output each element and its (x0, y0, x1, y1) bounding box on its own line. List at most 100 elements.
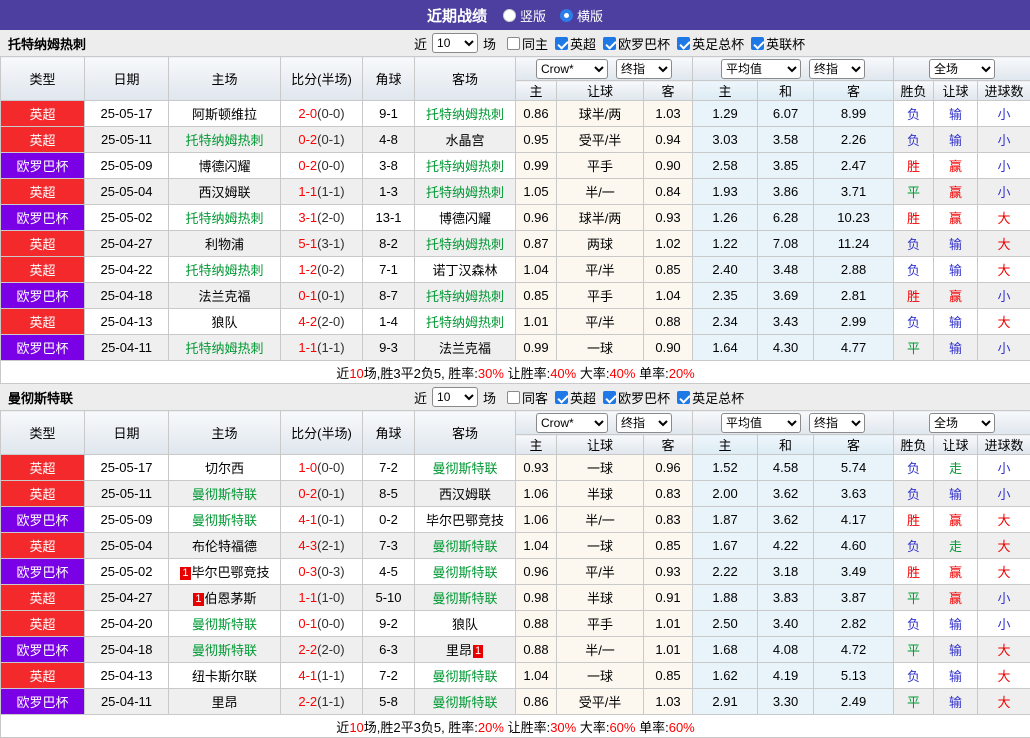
avg-away-odds: 2.47 (814, 153, 894, 179)
league-checkbox[interactable]: 英超 (555, 34, 596, 53)
home-team-name: 纽卡斯尔联 (192, 669, 257, 684)
handicap-result-flag: 输 (934, 611, 978, 637)
away-team-cell: 托特纳姆热刺 (415, 283, 516, 309)
crow-away-odds: 0.85 (644, 663, 693, 689)
league-checkbox[interactable]: 英超 (555, 388, 596, 407)
league-checkbox[interactable]: 欧罗巴杯 (603, 34, 670, 53)
col-away: 客场 (415, 57, 516, 101)
fulltime-select[interactable]: 全场 (929, 59, 995, 79)
average-select[interactable]: 平均值 (721, 59, 801, 79)
away-team-cell: 毕尔巴鄂竞技 (415, 507, 516, 533)
checkbox-icon[interactable] (677, 37, 690, 50)
bookmaker-select[interactable]: Crow* (536, 59, 608, 79)
home-team-cell: 切尔西 (169, 455, 281, 481)
radio-icon[interactable] (503, 9, 516, 22)
handicap-line: 半/一 (557, 179, 644, 205)
table-row: 欧罗巴杯25-05-02托特纳姆热刺3-1(2-0)13-1博德闪耀0.96球半… (1, 205, 1030, 231)
handicap-result-flag: 输 (934, 231, 978, 257)
fulltime-select[interactable]: 全场 (929, 413, 995, 433)
corner-count: 1-3 (363, 179, 415, 205)
view-radio-vertical[interactable]: 竖版 (503, 6, 546, 25)
corner-count: 9-3 (363, 335, 415, 361)
away-team-name: 毕尔巴鄂竞技 (426, 513, 504, 528)
recent-label: 近 (414, 34, 427, 53)
checkbox-icon[interactable] (603, 391, 616, 404)
crow-away-odds: 1.03 (644, 689, 693, 715)
same-venue-checkbox[interactable]: 同客 (507, 388, 548, 407)
league-checkbox[interactable]: 英足总杯 (677, 34, 744, 53)
result-flag: 胜 (894, 283, 934, 309)
away-team-name: 曼彻斯特联 (432, 669, 497, 684)
checkbox-icon[interactable] (751, 37, 764, 50)
league-type-badge: 英超 (1, 309, 85, 335)
checkbox-icon[interactable] (603, 37, 616, 50)
radio-icon[interactable] (560, 9, 573, 22)
table-row: 英超25-04-13纽卡斯尔联4-1(1-1)7-2曼彻斯特联1.04一球0.8… (1, 663, 1030, 689)
league-checkbox[interactable]: 英联杯 (751, 34, 805, 53)
odds-stage-select[interactable]: 终指 (616, 413, 672, 433)
away-team-cell: 曼彻斯特联 (415, 663, 516, 689)
average-stage-select[interactable]: 终指 (809, 59, 865, 79)
corner-count: 7-3 (363, 533, 415, 559)
checkbox-icon[interactable] (507, 37, 520, 50)
away-team-name: 托特纳姆热刺 (426, 159, 504, 174)
result-flag: 负 (894, 455, 934, 481)
away-team-cell: 曼彻斯特联 (415, 559, 516, 585)
view-mode-switch: 竖版 横版 (503, 6, 603, 25)
crow-home-odds: 0.96 (516, 205, 557, 231)
avg-away-odds: 10.23 (814, 205, 894, 231)
handicap-result-flag: 走 (934, 533, 978, 559)
view-radio-horizontal-label: 横版 (577, 6, 603, 25)
league-checkbox[interactable]: 英足总杯 (677, 388, 744, 407)
match-date: 25-04-27 (85, 231, 169, 257)
table-row: 欧罗巴杯25-04-11里昂2-2(1-1)5-8曼彻斯特联0.86受平/半1.… (1, 689, 1030, 715)
col-avg-draw: 和 (758, 81, 814, 101)
league-type-badge: 英超 (1, 533, 85, 559)
handicap-result-flag: 赢 (934, 179, 978, 205)
checkbox-icon[interactable] (555, 391, 568, 404)
checkbox-icon[interactable] (555, 37, 568, 50)
handicap-line: 平手 (557, 611, 644, 637)
average-select[interactable]: 平均值 (721, 413, 801, 433)
avg-draw-odds: 3.86 (758, 179, 814, 205)
handicap-result-flag: 输 (934, 663, 978, 689)
home-team-name: 托特纳姆热刺 (185, 211, 263, 226)
league-label: 英足总杯 (692, 388, 744, 407)
away-team-name: 水晶宫 (445, 133, 484, 148)
table-row: 英超25-04-22托特纳姆热刺1-2(0-2)7-1诺丁汉森林1.04平/半0… (1, 257, 1030, 283)
result-flag: 平 (894, 637, 934, 663)
bookmaker-select[interactable]: Crow* (536, 413, 608, 433)
avg-home-odds: 1.93 (693, 179, 758, 205)
fulltime-score: 1-1 (298, 590, 317, 605)
corner-count: 7-1 (363, 257, 415, 283)
recent-count-select[interactable]: 10 (432, 33, 478, 53)
recent-count-select[interactable]: 10 (432, 387, 478, 407)
league-checkbox[interactable]: 欧罗巴杯 (603, 388, 670, 407)
crow-away-odds: 0.85 (644, 533, 693, 559)
crow-away-odds: 1.01 (644, 611, 693, 637)
home-team-cell: 托特纳姆热刺 (169, 257, 281, 283)
same-venue-checkbox[interactable]: 同主 (507, 34, 548, 53)
fulltime-score: 3-1 (298, 210, 317, 225)
summary-part: 10 (349, 366, 363, 381)
avg-home-odds: 2.58 (693, 153, 758, 179)
col-crow-home: 主 (516, 81, 557, 101)
avg-away-odds: 2.99 (814, 309, 894, 335)
checkbox-icon[interactable] (507, 391, 520, 404)
table-row: 英超25-04-20曼彻斯特联0-1(0-0)9-2狼队0.88平手1.012.… (1, 611, 1030, 637)
home-team-name: 利物浦 (205, 237, 244, 252)
same-venue-label: 同主 (522, 34, 548, 53)
col-handicap-result: 让球 (934, 81, 978, 101)
odds-stage-select[interactable]: 终指 (616, 59, 672, 79)
team-name: 托特纳姆热刺 (0, 34, 86, 53)
view-radio-horizontal[interactable]: 横版 (560, 6, 603, 25)
away-team-cell: 曼彻斯特联 (415, 689, 516, 715)
halftime-score: (0-1) (317, 486, 344, 501)
checkbox-icon[interactable] (677, 391, 690, 404)
average-stage-select[interactable]: 终指 (809, 413, 865, 433)
league-type-badge: 英超 (1, 127, 85, 153)
crow-home-odds: 0.99 (516, 335, 557, 361)
away-team-cell: 博德闪耀 (415, 205, 516, 231)
col-home: 主场 (169, 411, 281, 455)
match-date: 25-04-22 (85, 257, 169, 283)
